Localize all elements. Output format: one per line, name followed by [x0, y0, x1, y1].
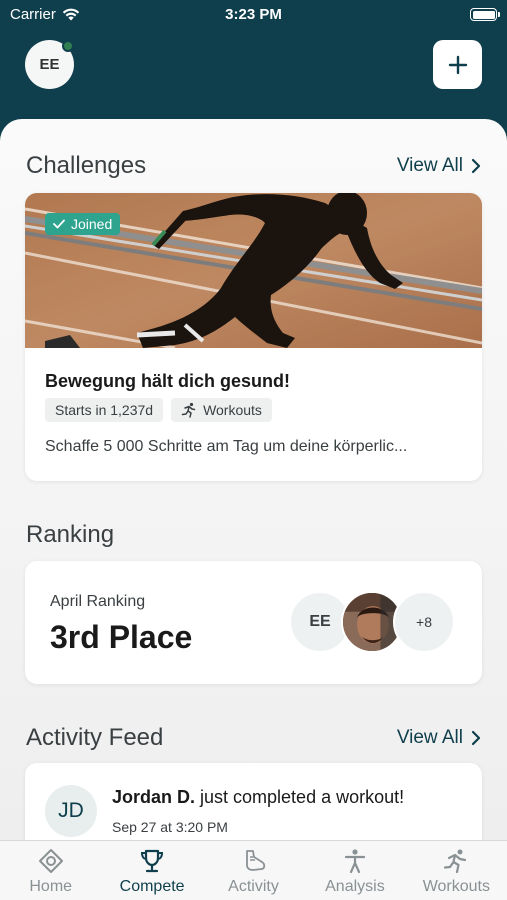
tab-workouts[interactable]: Workouts [406, 841, 507, 900]
main-content[interactable]: Challenges View All Joined Bewegung hält… [0, 119, 507, 849]
tab-compete[interactable]: Compete [101, 841, 202, 900]
start-tag: Starts in 1,237d [45, 398, 164, 422]
tab-label: Compete [119, 878, 185, 895]
challenge-card[interactable]: Joined Bewegung hält dich gesund! Starts… [25, 193, 482, 481]
ranking-header: Ranking [26, 521, 481, 549]
shoe-icon [245, 850, 265, 871]
plus-icon [448, 55, 467, 74]
user-initials: EE [39, 56, 60, 73]
status-bar: Carrier 3:23 PM [0, 0, 507, 30]
feed-timestamp: Sep 27 at 3:20 PM [112, 819, 228, 835]
feed-item[interactable]: JD Jordan D. just completed a workout! S… [25, 763, 482, 849]
trophy-icon [141, 849, 164, 873]
avatar-initials: EE [309, 613, 331, 630]
activity-feed-title: Activity Feed [26, 724, 164, 751]
chevron-right-icon [471, 730, 481, 746]
more-count: +8 [416, 614, 432, 630]
more-participants-badge: +8 [393, 591, 455, 653]
challenge-tags: Starts in 1,237d Workouts [45, 398, 272, 422]
feed-action: just completed a workout! [195, 787, 405, 807]
feed-message: Jordan D. just completed a workout! [112, 787, 404, 808]
battery-icon [470, 8, 500, 21]
joined-label: Joined [71, 216, 113, 232]
tab-home[interactable]: Home [0, 841, 101, 900]
joined-badge: Joined [45, 213, 121, 235]
challenge-name: Bewegung hält dich gesund! [45, 371, 291, 391]
user-avatar[interactable]: EE [25, 40, 74, 89]
category-label: Workouts [203, 402, 262, 418]
start-label: Starts in 1,237d [55, 402, 154, 418]
view-all-label: View All [396, 727, 463, 748]
runner-icon [181, 402, 196, 418]
tab-label: Workouts [422, 878, 490, 895]
ranking-place: 3rd Place [50, 619, 193, 655]
challenge-description: Schaffe 5 000 Schritte am Tag um deine k… [45, 438, 408, 455]
add-button[interactable] [433, 40, 482, 89]
view-all-label: View All [396, 155, 463, 176]
person-icon [344, 849, 366, 874]
ranking-avatars: EE +8 [289, 591, 455, 653]
feed-avatar: JD [45, 785, 97, 837]
ranking-card[interactable]: April Ranking 3rd Place EE +8 [25, 561, 482, 684]
tab-analysis[interactable]: Analysis [304, 841, 405, 900]
tab-label: Analysis [325, 878, 385, 895]
feed-avatar-initials: JD [58, 799, 84, 822]
online-status-dot [62, 40, 74, 52]
tab-label: Home [29, 878, 73, 895]
ranking-title: Ranking [26, 521, 115, 548]
activity-feed-header: Activity Feed View All [26, 724, 481, 752]
challenges-view-all[interactable]: View All [397, 155, 481, 177]
ranking-period: April Ranking [50, 593, 146, 610]
clock: 3:23 PM [225, 6, 282, 23]
home-icon [38, 849, 63, 873]
chevron-right-icon [471, 158, 481, 174]
activity-feed-view-all[interactable]: View All [397, 727, 481, 749]
tab-bar: Home Compete Activity Analysis Workouts [0, 840, 507, 900]
category-tag: Workouts [171, 398, 272, 422]
challenge-image: Joined [25, 193, 482, 348]
challenges-header: Challenges View All [26, 152, 481, 180]
tab-label: Activity [228, 878, 279, 895]
feed-user-name: Jordan D. [112, 787, 196, 807]
tab-activity[interactable]: Activity [203, 841, 304, 900]
checkmark-icon [53, 219, 65, 229]
runner-icon [444, 849, 467, 874]
challenges-title: Challenges [26, 152, 147, 179]
